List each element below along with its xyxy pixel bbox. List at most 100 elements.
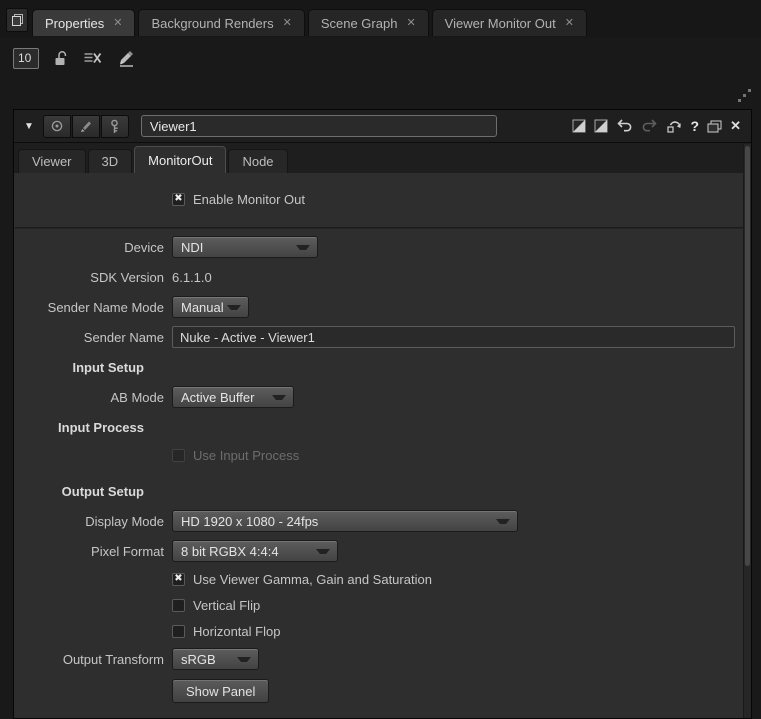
tab-monitorout[interactable]: MonitorOut	[134, 146, 226, 173]
ab-mode-value: Active Buffer	[181, 390, 254, 405]
tab-properties[interactable]: Properties ✕	[32, 9, 135, 36]
horizontal-flop-checkbox[interactable]	[172, 625, 185, 638]
device-dropdown[interactable]: NDI	[172, 236, 318, 258]
horizontal-flop-row: Horizontal Flop	[14, 618, 751, 644]
close-icon[interactable]: ✕	[113, 18, 122, 29]
edit-pencil-icon[interactable]	[117, 49, 135, 67]
use-input-process-checkbox[interactable]	[172, 449, 185, 462]
redo-icon[interactable]	[641, 119, 658, 133]
pane-tabbar: Properties ✕ Background Renders ✕ Scene …	[0, 0, 761, 37]
pane-tabs: Properties ✕ Background Renders ✕ Scene …	[32, 9, 587, 36]
center-node-icon[interactable]	[43, 115, 71, 138]
pixel-format-row: Pixel Format 8 bit RGBX 4:4:4	[14, 536, 751, 566]
max-panels-input[interactable]	[13, 48, 39, 69]
sender-name-mode-dropdown[interactable]: Manual	[172, 296, 249, 318]
ab-mode-dropdown[interactable]: Active Buffer	[172, 386, 294, 408]
tab-background-renders[interactable]: Background Renders ✕	[138, 9, 304, 36]
pixel-format-dropdown[interactable]: 8 bit RGBX 4:4:4	[172, 540, 338, 562]
enable-monitor-out-checkbox[interactable]	[172, 193, 185, 206]
resize-grip[interactable]	[736, 88, 752, 104]
close-icon[interactable]: ✕	[565, 18, 574, 29]
show-panel-button[interactable]: Show Panel	[172, 679, 269, 703]
pixel-format-value: 8 bit RGBX 4:4:4	[181, 544, 279, 559]
half-filled-square-icon-2[interactable]	[594, 119, 608, 133]
close-panel-icon[interactable]: ✕	[730, 118, 741, 134]
chevron-down-icon	[316, 549, 330, 554]
sender-name-mode-row: Sender Name Mode Manual	[14, 292, 751, 322]
panel-scrollbar[interactable]	[743, 144, 751, 718]
node-name-input[interactable]	[141, 115, 497, 137]
device-label: Device	[14, 240, 172, 255]
output-transform-dropdown[interactable]: sRGB	[172, 648, 259, 670]
display-mode-dropdown[interactable]: HD 1920 x 1080 - 24fps	[172, 510, 518, 532]
enable-monitor-out-label: Enable Monitor Out	[193, 192, 305, 207]
output-setup-section-row: Output Setup	[14, 476, 751, 506]
key-icon[interactable]	[101, 115, 129, 138]
close-icon[interactable]: ✕	[283, 18, 292, 29]
lock-icon[interactable]	[54, 50, 68, 66]
close-all-panels-icon[interactable]	[83, 51, 102, 65]
output-transform-row: Output Transform sRGB	[14, 644, 751, 674]
tab-label: 3D	[102, 154, 119, 169]
panel-header: ▼	[14, 110, 751, 143]
scrollbar-thumb[interactable]	[745, 146, 750, 566]
sdk-version-label: SDK Version	[14, 270, 172, 285]
output-setup-heading: Output Setup	[14, 484, 172, 499]
sender-name-input[interactable]	[172, 326, 735, 348]
horizontal-flop-label: Horizontal Flop	[193, 624, 280, 639]
stacked-panels-icon	[11, 13, 24, 27]
use-input-process-label: Use Input Process	[193, 448, 299, 463]
vertical-flip-row: Vertical Flip	[14, 592, 751, 618]
chevron-down-icon	[227, 305, 241, 310]
sdk-version-value: 6.1.1.0	[172, 270, 212, 285]
pane-menu-icon[interactable]	[6, 8, 28, 32]
panel-tabs: Viewer 3D MonitorOut Node	[14, 143, 751, 173]
vertical-flip-checkbox[interactable]	[172, 599, 185, 612]
sdk-version-row: SDK Version 6.1.1.0	[14, 262, 751, 292]
float-panel-icon[interactable]	[707, 120, 722, 133]
use-viewer-gamma-checkbox[interactable]	[172, 573, 185, 586]
tab-viewer-monitor-out[interactable]: Viewer Monitor Out ✕	[432, 9, 587, 36]
nuke-properties-pane: Properties ✕ Background Renders ✕ Scene …	[0, 0, 761, 719]
device-value: NDI	[181, 240, 203, 255]
tab-viewer[interactable]: Viewer	[18, 149, 86, 173]
tab-label: Node	[242, 154, 273, 169]
input-process-heading: Input Process	[14, 420, 172, 435]
tab-scene-graph[interactable]: Scene Graph ✕	[308, 9, 429, 36]
tab-label: Properties	[45, 16, 104, 31]
output-transform-value: sRGB	[181, 652, 216, 667]
sender-name-row: Sender Name	[14, 322, 751, 352]
panel-header-actions: ? ✕	[572, 118, 743, 134]
display-mode-row: Display Mode HD 1920 x 1080 - 24fps	[14, 506, 751, 536]
properties-toolbar	[13, 45, 135, 71]
input-setup-section-row: Input Setup	[14, 352, 751, 382]
close-icon[interactable]: ✕	[406, 18, 415, 29]
help-icon[interactable]: ?	[691, 118, 700, 134]
viewer-properties-panel: ▼	[13, 109, 752, 719]
output-transform-label: Output Transform	[14, 652, 172, 667]
revert-icon[interactable]	[666, 119, 683, 133]
undo-icon[interactable]	[616, 119, 633, 133]
input-process-section-row: Input Process	[14, 412, 751, 442]
pixel-format-label: Pixel Format	[14, 544, 172, 559]
section-gap	[14, 468, 751, 476]
input-setup-heading: Input Setup	[14, 360, 172, 375]
tab-label: MonitorOut	[148, 153, 212, 168]
sender-name-label: Sender Name	[14, 330, 172, 345]
half-filled-square-icon-1[interactable]	[572, 119, 586, 133]
use-viewer-gamma-label: Use Viewer Gamma, Gain and Saturation	[193, 572, 432, 587]
device-row: Device NDI	[14, 232, 751, 262]
section-divider	[15, 227, 750, 229]
tab-3d[interactable]: 3D	[88, 149, 133, 173]
chevron-down-icon	[237, 657, 251, 662]
tab-label: Background Renders	[151, 16, 273, 31]
tab-label: Scene Graph	[321, 16, 398, 31]
tab-label: Viewer	[32, 154, 72, 169]
tab-label: Viewer Monitor Out	[445, 16, 556, 31]
brush-icon[interactable]	[72, 115, 100, 138]
display-mode-label: Display Mode	[14, 514, 172, 529]
chevron-down-icon	[296, 245, 310, 250]
tab-node[interactable]: Node	[228, 149, 287, 173]
ab-mode-row: AB Mode Active Buffer	[14, 382, 751, 412]
disclosure-triangle-icon[interactable]: ▼	[24, 121, 34, 132]
